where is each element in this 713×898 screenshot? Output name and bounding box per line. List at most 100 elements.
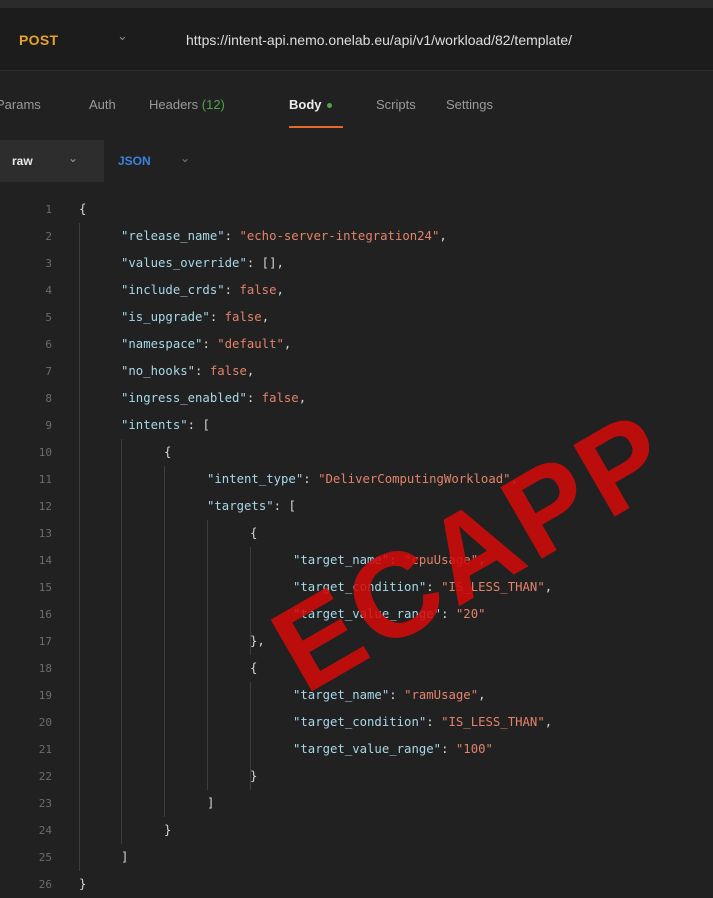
json-value: false	[224, 310, 262, 324]
code-text: "no_hooks": false,	[121, 364, 255, 378]
tab-body[interactable]: Body	[289, 97, 332, 112]
code-text: }	[79, 877, 87, 891]
line-number: 15	[38, 581, 52, 594]
code-text: "target_name": "ramUsage",	[293, 688, 486, 702]
json-key: "target_name"	[293, 688, 390, 702]
json-value: false	[239, 283, 277, 297]
json-value: false	[209, 364, 247, 378]
line-number: 8	[45, 392, 52, 405]
code-text: }	[164, 823, 172, 837]
code-text: ]	[207, 796, 215, 810]
code-text: },	[250, 634, 265, 648]
json-key: "namespace"	[121, 337, 203, 351]
code-line: 21 "target_value_range": "100"	[0, 736, 713, 763]
code-line: 22 }	[0, 763, 713, 790]
line-number: 1	[45, 203, 52, 216]
code-line: 4 "include_crds": false,	[0, 277, 713, 304]
json-key: "target_condition"	[293, 580, 427, 594]
json-key: "ingress_enabled"	[121, 391, 247, 405]
code-text: "intent_type": "DeliverComputingWorkload…	[207, 472, 518, 486]
code-line: 7 "no_hooks": false,	[0, 358, 713, 385]
code-line: 20 "target_condition": "IS_LESS_THAN",	[0, 709, 713, 736]
line-number: 24	[38, 824, 52, 837]
json-value: "cpuUsage"	[404, 553, 479, 567]
active-tab-underline	[289, 126, 343, 128]
json-key: "no_hooks"	[121, 364, 196, 378]
code-text: {	[164, 445, 172, 459]
code-text: "target_value_range": "100"	[293, 742, 493, 756]
code-line: 6 "namespace": "default",	[0, 331, 713, 358]
code-line: 24 }	[0, 817, 713, 844]
tab-headers-label: Headers	[149, 97, 199, 112]
code-text: "target_condition": "IS_LESS_THAN",	[293, 580, 553, 594]
line-number: 17	[38, 635, 52, 648]
line-number: 14	[38, 554, 52, 567]
line-number: 6	[45, 338, 52, 351]
json-key: "release_name"	[121, 229, 225, 243]
json-key: "target_value_range"	[293, 607, 442, 621]
line-number: 23	[38, 797, 52, 810]
code-line: 15 "target_condition": "IS_LESS_THAN",	[0, 574, 713, 601]
json-key: "target_condition"	[293, 715, 427, 729]
code-line: 9 "intents": [	[0, 412, 713, 439]
json-key: "intents"	[121, 418, 188, 432]
tab-scripts[interactable]: Scripts	[376, 97, 416, 112]
code-line: 5 "is_upgrade": false,	[0, 304, 713, 331]
code-editor[interactable]: 1 { 2 "release_name": "echo-server-integ…	[0, 196, 713, 891]
line-number: 16	[38, 608, 52, 621]
line-number: 22	[38, 770, 52, 783]
line-number: 9	[45, 419, 52, 432]
line-number: 11	[38, 473, 52, 486]
code-text: "target_condition": "IS_LESS_THAN",	[293, 715, 553, 729]
code-line: 10 {	[0, 439, 713, 466]
code-text: "values_override": [],	[121, 256, 284, 270]
json-key: "targets"	[207, 499, 274, 513]
body-options-bar: raw ⌄ JSON ⌄	[0, 140, 713, 182]
chevron-down-icon[interactable]: ⌄	[180, 151, 190, 165]
json-key: "intent_type"	[207, 472, 304, 486]
code-text: "target_value_range": "20"	[293, 607, 486, 621]
code-line: 1 {	[0, 196, 713, 223]
line-number: 12	[38, 500, 52, 513]
body-mode-select[interactable]: raw ⌄	[0, 140, 104, 182]
tab-body-label: Body	[289, 97, 322, 112]
tab-params[interactable]: Params	[0, 97, 41, 112]
json-key: "target_name"	[293, 553, 390, 567]
body-indicator-dot-icon	[326, 103, 332, 109]
chevron-down-icon[interactable]: ⌄	[117, 28, 128, 44]
body-language-select[interactable]: JSON	[118, 154, 151, 168]
code-line: 16 "target_value_range": "20"	[0, 601, 713, 628]
request-tabs: Params Auth Headers (12) Body Scripts Se…	[0, 90, 713, 130]
window-top-strip	[0, 0, 713, 8]
code-line: 14 "target_name": "cpuUsage",	[0, 547, 713, 574]
json-value: "100"	[455, 742, 493, 756]
json-value: "echo-server-integration24"	[239, 229, 440, 243]
line-number: 25	[38, 851, 52, 864]
code-line: 2 "release_name": "echo-server-integrati…	[0, 223, 713, 250]
code-text: ]	[121, 850, 129, 864]
line-number: 13	[38, 527, 52, 540]
code-line: 19 "target_name": "ramUsage",	[0, 682, 713, 709]
code-text: "include_crds": false,	[121, 283, 284, 297]
code-text: {	[250, 526, 258, 540]
code-text: "target_name": "cpuUsage",	[293, 553, 486, 567]
code-text: {	[79, 202, 87, 216]
json-key: "include_crds"	[121, 283, 225, 297]
tab-auth[interactable]: Auth	[89, 97, 116, 112]
tab-settings[interactable]: Settings	[446, 97, 493, 112]
http-method-select[interactable]: POST	[19, 32, 58, 48]
code-text: }	[250, 769, 258, 783]
tab-headers[interactable]: Headers (12)	[149, 97, 225, 112]
code-text: "intents": [	[121, 418, 210, 432]
code-line: 13 {	[0, 520, 713, 547]
json-value: "IS_LESS_THAN"	[441, 580, 545, 594]
json-value: "default"	[217, 337, 284, 351]
line-number: 21	[38, 743, 52, 756]
code-line: 12 "targets": [	[0, 493, 713, 520]
line-number: 20	[38, 716, 52, 729]
line-number: 26	[38, 878, 52, 891]
url-input[interactable]: https://intent-api.nemo.onelab.eu/api/v1…	[186, 32, 572, 48]
code-text: "namespace": "default",	[121, 337, 292, 351]
code-line: 23 ]	[0, 790, 713, 817]
json-value: []	[261, 256, 277, 270]
